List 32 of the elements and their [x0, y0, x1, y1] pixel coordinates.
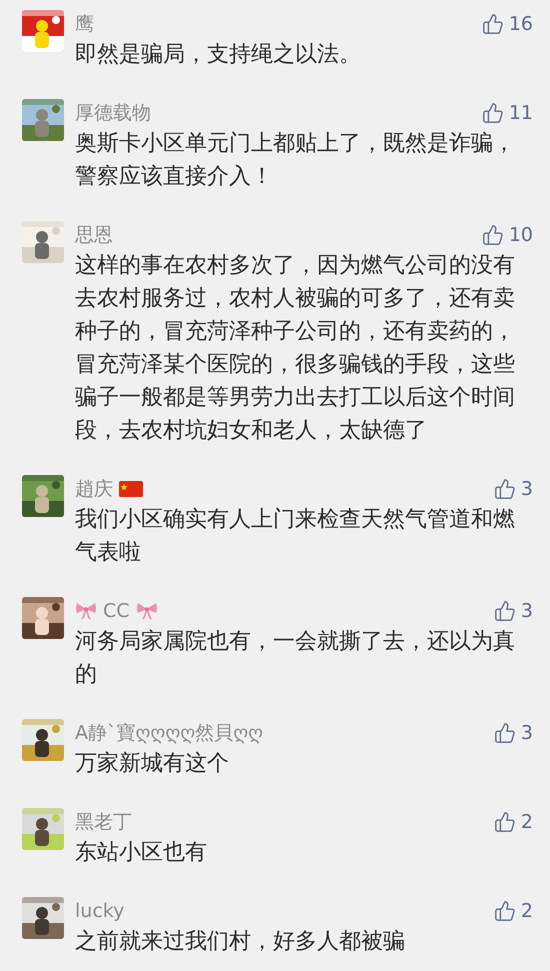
like-button[interactable]: 3 — [494, 474, 533, 504]
thumbs-up-icon — [494, 600, 516, 622]
thumbs-up-icon — [494, 478, 516, 500]
commenter-name: lucky — [75, 898, 124, 924]
commenter-name: 黑老丁 — [75, 810, 132, 835]
commenter-name: 思恩 — [75, 222, 113, 248]
like-button[interactable]: 16 — [482, 10, 533, 38]
like-button[interactable]: 3 — [494, 596, 533, 626]
like-button[interactable]: 3 — [494, 718, 533, 748]
comment-text: 河务局家属院也有，一会就撕了去，还以为真的 — [75, 628, 516, 689]
comment-text: 万家新城有这个 — [75, 750, 230, 778]
thumbs-up-icon — [494, 722, 516, 744]
like-button[interactable]: 2 — [494, 896, 533, 926]
comment-text: 奥斯卡小区单元门上都贴上了，既然是诈骗，警察应该直接介入！ — [75, 130, 516, 191]
thumbs-up-icon — [482, 13, 504, 35]
commenter-name: A静`寶ღღღღ然貝ღღ — [75, 720, 264, 746]
thumbs-up-icon — [482, 102, 504, 124]
comment-text: 这样的事在农村多次了，因为燃气公司的没有去农村服务过，农村人被骗的可多了，还有卖种子的，冒充菏泽种子公司的，还有卖药的，冒充菏泽某个医院的，很多骗钱的手段，这些骗子一般都是等男劳力出去打工以后这个时间段，去农村坑妇女和老人，太缺德了 — [75, 252, 516, 445]
comment-text: 之前就来过我们村，好多人都被骗 — [75, 928, 406, 956]
like-button[interactable]: 11 — [482, 98, 533, 128]
comment-text: 东站小区也有 — [75, 839, 208, 867]
like-button[interactable]: 10 — [482, 220, 533, 250]
thumbs-up-icon — [482, 224, 504, 246]
commenter-name: 厚德载物 — [75, 100, 151, 126]
commenter-name: CC — [103, 598, 130, 624]
thumbs-up-icon — [494, 811, 516, 833]
commenter-name: 趙庆 — [75, 476, 113, 502]
comment-text: 即然是骗局，支持绳之以法。 — [75, 41, 362, 69]
thumbs-up-icon — [494, 900, 516, 922]
like-button[interactable]: 2 — [494, 808, 533, 836]
comment-text: 我们小区确实有人上门来检查天然气管道和燃气表啦 — [75, 506, 516, 567]
commenter-name: 鹰 — [75, 12, 94, 37]
